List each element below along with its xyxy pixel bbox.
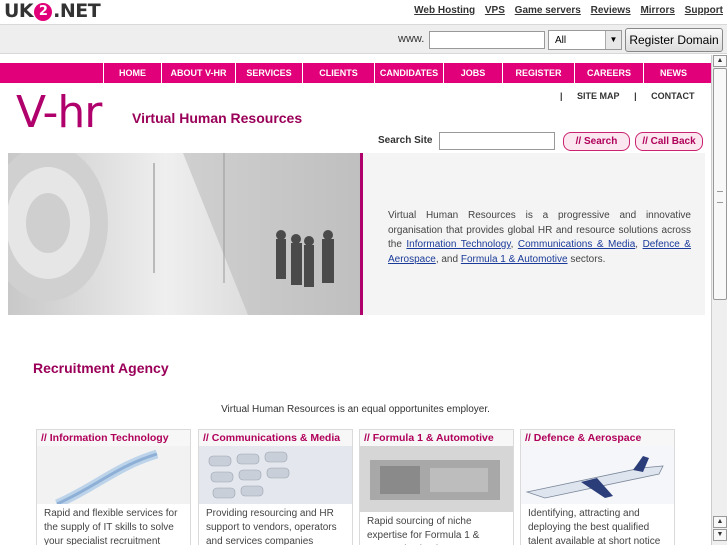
nav-clients[interactable]: CLIENTS xyxy=(302,63,374,83)
search-button[interactable]: // Search xyxy=(563,132,630,151)
tld-select[interactable]: All ▼ xyxy=(548,30,622,50)
hero-divider xyxy=(360,153,363,315)
card-title[interactable]: // Defence & Aerospace xyxy=(521,430,674,446)
nav-register[interactable]: REGISTER xyxy=(502,63,574,83)
engine-icon xyxy=(360,446,513,512)
vhr-logo[interactable]: V-hr xyxy=(16,87,102,138)
phone-keypad-icon xyxy=(199,446,352,504)
logo-text-right: .NET xyxy=(53,0,101,22)
uk2net-logo[interactable]: UK 2 .NET xyxy=(4,0,101,22)
link-information-technology[interactable]: Information Technology xyxy=(406,239,510,250)
menu-separator: | xyxy=(634,91,637,101)
nav-about[interactable]: ABOUT V-HR xyxy=(161,63,235,83)
equal-opportunities-text: Virtual Human Resources is an equal oppo… xyxy=(221,404,490,415)
domain-input[interactable] xyxy=(429,31,545,49)
airplane-icon xyxy=(521,446,674,504)
link-contact[interactable]: CONTACT xyxy=(651,91,694,101)
grip-icon xyxy=(717,191,723,203)
site-search-input[interactable] xyxy=(439,132,555,150)
card-information-technology[interactable]: // Information Technology Rapid and flex… xyxy=(36,429,191,545)
hero-text-sep: , xyxy=(510,239,518,250)
hero-illustration xyxy=(8,153,360,315)
card-title[interactable]: // Communications & Media xyxy=(199,430,352,446)
logo-badge: 2 xyxy=(34,3,53,21)
nav-candidates[interactable]: CANDIDATES xyxy=(374,63,443,83)
nav-careers[interactable]: CAREERS xyxy=(574,63,643,83)
card-title[interactable]: // Information Technology xyxy=(37,430,190,446)
tld-selected-value: All xyxy=(555,35,567,46)
logo-text-left: UK xyxy=(4,0,34,22)
nav-home[interactable]: HOME xyxy=(103,63,161,83)
scroll-down-icon[interactable]: ▼ xyxy=(713,529,727,541)
nav-services[interactable]: SERVICES xyxy=(235,63,302,83)
nav-news[interactable]: NEWS xyxy=(643,63,703,83)
phone-keypad-image xyxy=(199,446,352,504)
www-label: www. xyxy=(398,33,425,45)
link-reviews[interactable]: Reviews xyxy=(591,5,631,16)
site-frame: HOME ABOUT V-HR SERVICES CLIENTS CANDIDA… xyxy=(0,55,711,545)
call-back-button[interactable]: // Call Back xyxy=(635,132,703,151)
airplane-image xyxy=(521,446,674,504)
link-game-servers[interactable]: Game servers xyxy=(515,5,581,16)
hero-business-image xyxy=(8,153,360,315)
card-text: Providing resourcing and HR support to v… xyxy=(206,508,337,545)
link-site-map[interactable]: SITE MAP xyxy=(577,91,620,101)
card-text: Identifying, attracting and deploying th… xyxy=(528,508,661,545)
card-title[interactable]: // Formula 1 & Automotive xyxy=(360,430,513,446)
link-support[interactable]: Support xyxy=(685,5,723,16)
hero-text-end: sectors. xyxy=(567,253,606,265)
register-domain-button[interactable]: Register Domain xyxy=(625,28,723,52)
scroll-up-icon[interactable]: ▲ xyxy=(713,55,727,67)
site-tagline: Virtual Human Resources xyxy=(132,110,303,126)
menu-separator: | xyxy=(560,91,563,101)
scroll-up-icon[interactable]: ▲ xyxy=(713,516,727,528)
scroll-thumb[interactable] xyxy=(713,68,727,300)
engine-image xyxy=(360,446,513,512)
hero-banner: Virtual Human Resources is a progressive… xyxy=(8,153,705,315)
link-communications-media[interactable]: Communications & Media xyxy=(518,239,635,250)
link-formula1-automotive[interactable]: Formula 1 & Automotive xyxy=(461,254,568,265)
card-formula1-automotive[interactable]: // Formula 1 & Automotive Rapid sourcing… xyxy=(359,429,514,545)
nav-jobs[interactable]: JOBS xyxy=(443,63,502,83)
chevron-down-icon: ▼ xyxy=(605,31,621,49)
domain-search-bar: www. All ▼ Register Domain xyxy=(0,24,727,54)
card-communications-media[interactable]: // Communications & Media Providing reso… xyxy=(198,429,353,545)
card-text: Rapid and flexible services for the supp… xyxy=(44,508,178,545)
link-mirrors[interactable]: Mirrors xyxy=(640,5,674,16)
network-cable-icon xyxy=(37,446,190,504)
section-title: Recruitment Agency xyxy=(33,360,169,376)
link-web-hosting[interactable]: Web Hosting xyxy=(414,5,475,16)
frame-scrollbar[interactable]: ▲ ▲ ▼ xyxy=(711,55,727,545)
hero-text-sep: , xyxy=(635,239,643,250)
card-defence-aerospace[interactable]: // Defence & Aerospace Identifying, attr… xyxy=(520,429,675,545)
network-cable-image xyxy=(37,446,190,504)
card-text: Rapid sourcing of niche expertise for Fo… xyxy=(367,516,480,545)
utility-menu: | SITE MAP | CONTACT xyxy=(560,91,706,101)
hero-text-sep: , and xyxy=(435,253,461,265)
search-label: Search Site xyxy=(378,135,433,146)
link-vps[interactable]: VPS xyxy=(485,5,505,16)
top-links: Web Hosting VPS Game servers Reviews Mir… xyxy=(407,5,723,16)
hero-description: Virtual Human Resources is a progressive… xyxy=(388,209,691,267)
main-nav: HOME ABOUT V-HR SERVICES CLIENTS CANDIDA… xyxy=(0,63,711,83)
host-topbar: UK 2 .NET Web Hosting VPS Game servers Rev… xyxy=(0,0,727,24)
